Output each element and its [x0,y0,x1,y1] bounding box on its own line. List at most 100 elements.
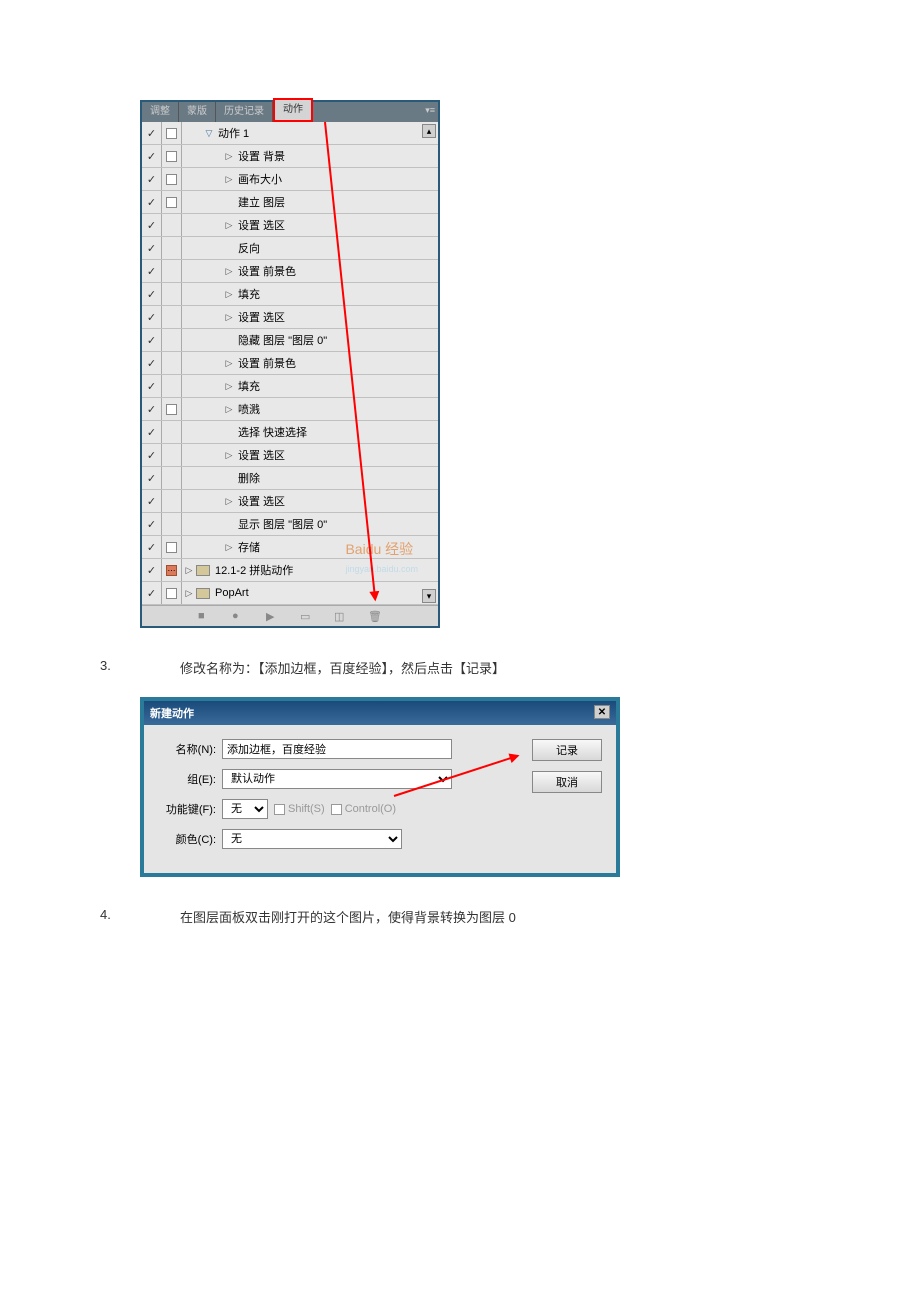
panel-tabs: 调整 蒙版 历史记录 动作 ▾≡ [142,102,438,122]
panel-menu-icon[interactable]: ▾≡ [425,105,435,116]
step-label: 设置 背景 [236,148,285,164]
dialog-toggle[interactable] [166,404,177,415]
check-icon: ✓ [147,403,156,416]
action-step-row[interactable]: ✓ ▷ 设置 选区 [142,214,438,237]
expand-icon[interactable]: ▷ [222,220,236,231]
ctrl-checkbox[interactable] [331,804,342,815]
step-label: 填充 [236,286,260,302]
folder-label: 12.1-2 拼贴动作 [213,562,293,578]
folder-row[interactable]: ✓ ▷ PopArt [142,582,438,605]
dialog-toggle[interactable] [166,151,177,162]
dialog-titlebar[interactable]: 新建动作 ✕ [144,701,616,725]
check-icon: ✓ [147,495,156,508]
expand-icon[interactable]: ▷ [222,542,236,553]
action-step-row[interactable]: ✓ ▷ 设置 背景 [142,145,438,168]
expand-icon[interactable]: ▷ [222,289,236,300]
fkey-label: 功能键(F): [156,801,216,817]
scroll-down-button[interactable]: ▾ [422,589,436,603]
check-icon: ✓ [147,150,156,163]
dialog-toggle[interactable] [166,565,177,576]
tab-adjustments[interactable]: 调整 [142,102,179,122]
step-label: 填充 [236,378,260,394]
scroll-up-button[interactable]: ▴ [422,124,436,138]
group-label: 组(E): [156,771,216,787]
action-step-row[interactable]: ✓ 隐藏 图层 "图层 0" [142,329,438,352]
action-step-row[interactable]: ✓ ▷ 喷溅 [142,398,438,421]
action-step-row[interactable]: ✓ 删除 [142,467,438,490]
dialog-toggle[interactable] [166,588,177,599]
check-icon: ✓ [147,196,156,209]
action-step-row[interactable]: ✓ ▷ 存储 [142,536,438,559]
action-step-row[interactable]: ✓ 显示 图层 "图层 0" [142,513,438,536]
expand-icon[interactable]: ▷ [222,358,236,369]
expand-icon[interactable]: ▷ [222,151,236,162]
stop-button[interactable]: ■ [198,610,212,622]
action-step-row[interactable]: ✓ ▷ 画布大小 [142,168,438,191]
action-step-row[interactable]: ✓ ▷ 设置 前景色 [142,352,438,375]
color-label: 颜色(C): [156,831,216,847]
step-label: 画布大小 [236,171,282,187]
play-button[interactable]: ▶ [266,610,280,622]
step-label: 设置 选区 [236,447,285,463]
shift-checkbox[interactable] [274,804,285,815]
new-action-button[interactable]: ◫ [334,610,348,622]
dialog-toggle[interactable] [166,128,177,139]
action-step-row[interactable]: ✓ ▷ 填充 [142,375,438,398]
action-step-row[interactable]: ✓ ▷ 设置 选区 [142,490,438,513]
record-button[interactable]: 记录 [532,739,602,761]
action-step-row[interactable]: ✓ ▷ 设置 前景色 [142,260,438,283]
step-number: 3. [100,658,180,677]
action-step-row[interactable]: ✓ ▷ 设置 选区 [142,444,438,467]
expand-icon[interactable]: ▷ [222,404,236,415]
folder-icon [196,588,210,599]
close-button[interactable]: ✕ [594,705,610,719]
cancel-button[interactable]: 取消 [532,771,602,793]
expand-icon[interactable]: ▷ [222,174,236,185]
dialog-title-text: 新建动作 [150,705,194,721]
dialog-toggle[interactable] [166,197,177,208]
folder-icon [196,565,210,576]
new-folder-button[interactable]: ▭ [300,610,314,622]
step-text: 修改名称为：【添加边框，百度经验】，然后点击【记录】 [180,658,505,677]
record-button[interactable]: ● [232,610,246,622]
color-select[interactable]: 无 [222,829,402,849]
expand-icon[interactable]: ▷ [222,312,236,323]
expand-icon[interactable]: ▷ [222,266,236,277]
dialog-toggle[interactable] [166,174,177,185]
expand-icon[interactable]: ▽ [202,128,216,139]
step-label: 反向 [236,240,260,256]
action-step-row[interactable]: ✓ 反向 [142,237,438,260]
panel-body: ▴ ✓ ▽ 动作 1 ✓ ▷ 设置 背景 ✓ ▷ 画布大小 ✓ 建立 图层 [142,122,438,605]
expand-icon[interactable]: ▷ [222,496,236,507]
dialog-toggle[interactable] [166,542,177,553]
action-step-row[interactable]: ✓ ▷ 填充 [142,283,438,306]
check-icon: ✓ [147,288,156,301]
group-select[interactable]: 默认动作 [222,769,452,789]
step-text: 在图层面板双击刚打开的这个图片，使得背景转换为图层 0 [180,907,516,926]
check-icon: ✓ [147,334,156,347]
tab-actions[interactable]: 动作 [273,98,313,122]
tab-masks[interactable]: 蒙版 [179,102,216,122]
action-step-row[interactable]: ✓ ▷ 设置 选区 [142,306,438,329]
fkey-select[interactable]: 无 [222,799,268,819]
name-label: 名称(N): [156,741,216,757]
expand-icon[interactable]: ▷ [222,450,236,461]
folder-row[interactable]: ✓ ▷ 12.1-2 拼贴动作 [142,559,438,582]
action-set-label: 动作 1 [216,125,249,141]
delete-button[interactable]: 🗑 [368,610,382,622]
expand-icon[interactable]: ▷ [222,381,236,392]
expand-icon[interactable]: ▷ [182,588,196,599]
actions-panel: 调整 蒙版 历史记录 动作 ▾≡ ▴ ✓ ▽ 动作 1 ✓ ▷ 设置 背景 ✓ [140,100,440,628]
name-input[interactable] [222,739,452,759]
panel-footer: ■ ● ▶ ▭ ◫ 🗑 [142,605,438,626]
tab-history[interactable]: 历史记录 [216,102,273,122]
step-label: 显示 图层 "图层 0" [236,516,327,532]
expand-icon[interactable]: ▷ [182,565,196,576]
action-set-row[interactable]: ✓ ▽ 动作 1 [142,122,438,145]
check-icon: ✓ [147,426,156,439]
check-icon: ✓ [147,219,156,232]
step-label: 建立 图层 [236,194,285,210]
action-step-row[interactable]: ✓ 选择 快速选择 [142,421,438,444]
check-icon: ✓ [147,518,156,531]
action-step-row[interactable]: ✓ 建立 图层 [142,191,438,214]
